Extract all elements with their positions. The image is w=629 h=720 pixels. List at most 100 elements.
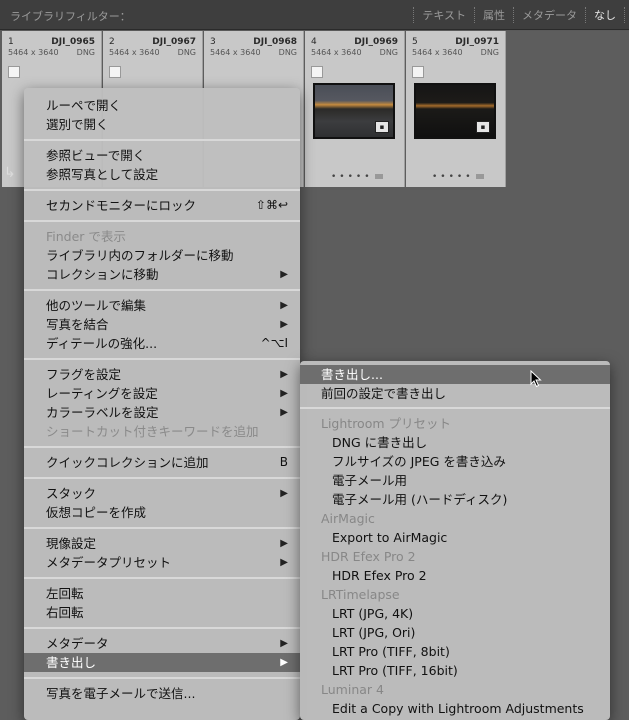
menu-item-edit-in[interactable]: 他のツールで編集 ▶ (24, 296, 300, 315)
submenu-item-email-hd[interactable]: 電子メール用 (ハードディスク) (300, 490, 610, 509)
comment-icon: ▪ (375, 121, 389, 133)
cell-index: 4 (311, 37, 317, 47)
cell-checkbox[interactable] (311, 66, 323, 78)
cell-filetype: DNG (278, 48, 297, 57)
submenu-item-lrt-jpg-4k[interactable]: LRT (JPG, 4K) (300, 604, 610, 623)
cell-filetype: DNG (76, 48, 95, 57)
submenu-item-lrt-pro-8bit[interactable]: LRT Pro (TIFF, 8bit) (300, 642, 610, 661)
shortcut-label: B (279, 455, 288, 469)
menu-item-stacking[interactable]: スタック ▶ (24, 484, 300, 503)
menu-item-open-loupe[interactable]: ルーペで開く (24, 96, 300, 115)
grid-cell[interactable]: 4 DJI_0969 5464 x 3640 DNG ▪ ••••• (305, 31, 405, 187)
submenu-arrow-icon: ▶ (280, 300, 288, 311)
menu-item-go-to-collection[interactable]: コレクションに移動 ▶ (24, 265, 300, 284)
submenu-item-export-airmagic[interactable]: Export to AirMagic (300, 528, 610, 547)
cell-filetype: DNG (379, 48, 398, 57)
menu-item-develop-settings[interactable]: 現像設定 ▶ (24, 534, 300, 553)
submenu-arrow-icon: ▶ (280, 557, 288, 568)
submenu-arrow-icon: ▶ (280, 638, 288, 649)
submenu-arrow-icon: ▶ (280, 538, 288, 549)
menu-separator (300, 407, 610, 409)
submenu-header-lightroom-presets: Lightroom プリセット (321, 416, 452, 431)
menu-item-add-shortcut-keyword: ショートカット付きキーワードを追加 (46, 424, 259, 439)
cell-index: 3 (210, 37, 216, 47)
menu-item-set-color-label[interactable]: カラーラベルを設定 ▶ (24, 403, 300, 422)
menu-separator (24, 677, 300, 679)
submenu-item-export-previous[interactable]: 前回の設定で書き出し (300, 384, 610, 403)
submenu-item-lrt-pro-16bit[interactable]: LRT Pro (TIFF, 16bit) (300, 661, 610, 680)
menu-item-email-photo[interactable]: 写真を電子メールで送信... (24, 684, 300, 703)
menu-item-enhance-details[interactable]: ディテールの強化... ^⌥I (24, 334, 300, 353)
submenu-arrow-icon: ▶ (280, 407, 288, 418)
shortcut-label: ^⌥I (260, 336, 288, 350)
photo-thumbnail[interactable]: ▪ (313, 83, 395, 139)
submenu-arrow-icon: ▶ (280, 488, 288, 499)
submenu-header-lrtimelapse: LRTimelapse (321, 587, 400, 602)
cell-index: 1 (8, 37, 14, 47)
menu-item-metadata[interactable]: メタデータ ▶ (24, 634, 300, 653)
rating-dots[interactable]: ••••• (331, 172, 383, 182)
photo-thumbnail[interactable]: ▪ (414, 83, 496, 139)
submenu-item-hdr-efex[interactable]: HDR Efex Pro 2 (300, 566, 610, 585)
filter-tab-none[interactable]: なし (585, 7, 625, 23)
submenu-arrow-icon: ▶ (280, 369, 288, 380)
menu-separator (24, 220, 300, 222)
menu-separator (24, 358, 300, 360)
filter-bar-title: ライブラリフィルター： (10, 10, 131, 23)
shortcut-label: ⇧⌘↩ (255, 198, 288, 212)
filter-tab-text[interactable]: テキスト (413, 7, 474, 23)
menu-item-rotate-left[interactable]: 左回転 (24, 584, 300, 603)
library-filter-bar: ライブラリフィルター： テキスト 属性 メタデータ なし (0, 0, 629, 30)
filter-tab-attribute[interactable]: 属性 (474, 7, 513, 23)
cell-filename: DJI_0968 (253, 37, 297, 47)
submenu-item-export[interactable]: 書き出し... (300, 365, 610, 384)
submenu-item-email[interactable]: 電子メール用 (300, 471, 610, 490)
submenu-arrow-icon: ▶ (280, 388, 288, 399)
cell-index: 2 (109, 37, 115, 47)
menu-item-set-rating[interactable]: レーティングを設定 ▶ (24, 384, 300, 403)
grid-cell[interactable]: 5 DJI_0971 5464 x 3640 DNG ▪ ••••• (406, 31, 506, 187)
submenu-arrow-icon: ▶ (280, 657, 288, 668)
export-submenu: 書き出し... 前回の設定で書き出し Lightroom プリセット DNG に… (300, 361, 610, 720)
menu-item-set-reference[interactable]: 参照写真として設定 (24, 165, 300, 184)
cell-filename: DJI_0965 (51, 37, 95, 47)
menu-item-metadata-presets[interactable]: メタデータプリセット ▶ (24, 553, 300, 572)
return-arrow-icon: ↳ (4, 165, 16, 181)
cell-filename: DJI_0967 (152, 37, 196, 47)
menu-item-open-survey[interactable]: 選別で開く (24, 115, 300, 134)
cell-dimensions: 5464 x 3640 (311, 48, 362, 57)
menu-separator (24, 289, 300, 291)
menu-item-add-quick-collection[interactable]: クイックコレクションに追加 B (24, 453, 300, 472)
submenu-header-airmagic: AirMagic (321, 511, 375, 526)
cell-checkbox[interactable] (412, 66, 424, 78)
cell-dimensions: 5464 x 3640 (8, 48, 59, 57)
submenu-item-export-dng[interactable]: DNG に書き出し (300, 433, 610, 452)
cell-filetype: DNG (177, 48, 196, 57)
menu-separator (24, 139, 300, 141)
menu-item-go-to-folder[interactable]: ライブラリ内のフォルダーに移動 (24, 246, 300, 265)
cell-filename: DJI_0969 (354, 37, 398, 47)
submenu-item-full-jpeg[interactable]: フルサイズの JPEG を書き込み (300, 452, 610, 471)
menu-item-rotate-right[interactable]: 右回転 (24, 603, 300, 622)
menu-item-lock-second-monitor[interactable]: セカンドモニターにロック ⇧⌘↩ (24, 196, 300, 215)
cell-dimensions: 5464 x 3640 (412, 48, 463, 57)
menu-item-create-virtual-copy[interactable]: 仮想コピーを作成 (24, 503, 300, 522)
comment-icon: ▪ (476, 121, 490, 133)
cell-dimensions: 5464 x 3640 (109, 48, 160, 57)
cell-dimensions: 5464 x 3640 (210, 48, 261, 57)
menu-item-export[interactable]: 書き出し ▶ (24, 653, 300, 672)
submenu-item-edit-copy-lightroom[interactable]: Edit a Copy with Lightroom Adjustments (300, 699, 610, 718)
filter-tabs: テキスト 属性 メタデータ なし (413, 7, 625, 23)
submenu-header-luminar: Luminar 4 (321, 682, 384, 697)
menu-item-set-flag[interactable]: フラグを設定 ▶ (24, 365, 300, 384)
menu-item-photo-merge[interactable]: 写真を結合 ▶ (24, 315, 300, 334)
cell-filename: DJI_0971 (455, 37, 499, 47)
submenu-item-lrt-jpg-ori[interactable]: LRT (JPG, Ori) (300, 623, 610, 642)
rating-dots[interactable]: ••••• (432, 172, 484, 182)
cell-checkbox[interactable] (8, 66, 20, 78)
menu-separator (24, 577, 300, 579)
filter-tab-metadata[interactable]: メタデータ (513, 7, 585, 23)
submenu-arrow-icon: ▶ (280, 269, 288, 280)
menu-item-open-reference[interactable]: 参照ビューで開く (24, 146, 300, 165)
cell-checkbox[interactable] (109, 66, 121, 78)
